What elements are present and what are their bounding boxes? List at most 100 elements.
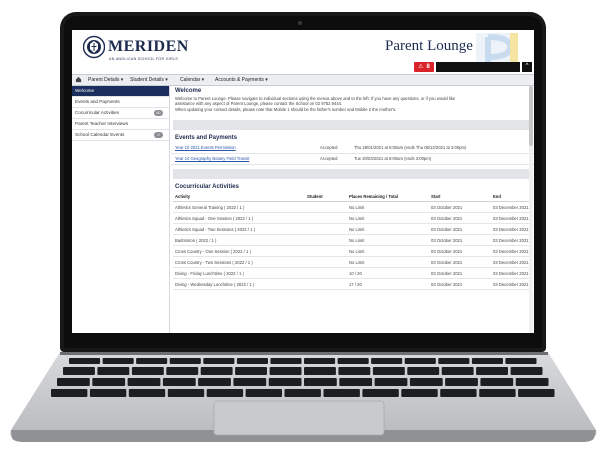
keyboard-key — [270, 358, 302, 364]
activity-cell: Athletics Squad - Two Sessions ( 2022 / … — [173, 223, 305, 236]
cocurricular-title: Cocurricular Activities — [175, 184, 239, 191]
nav-accounts-payments[interactable]: Accounts & Payments ▾ — [215, 76, 268, 84]
end-cell: 03 December 2021 — [491, 245, 532, 258]
keyboard-key — [338, 367, 371, 375]
event-link[interactable]: Year 10 Geography Botany Field Transit — [175, 154, 249, 164]
keyboard-key — [441, 367, 474, 375]
table-row[interactable]: Badminton ( 2022 / 1 ) No Limit 03 Octob… — [173, 234, 532, 247]
nav-calendar[interactable]: Calendar ▾ — [180, 76, 204, 84]
keyboard-key — [445, 378, 478, 386]
school-crest-icon — [83, 35, 105, 59]
nav-student-details[interactable]: Student Details ▾ — [130, 76, 168, 84]
keyboard-key — [131, 367, 164, 375]
keyboard-key — [476, 367, 508, 375]
keyboard-key — [128, 389, 166, 397]
keyboard-key — [57, 378, 90, 386]
keyboard-key — [404, 358, 436, 364]
event-link[interactable]: Year 10 2021 Events Permission — [175, 143, 236, 153]
start-cell: 03 October 2021 — [429, 278, 491, 291]
section-divider — [173, 169, 532, 180]
keyboard-key — [51, 389, 88, 397]
column-header-student[interactable]: Student — [305, 192, 347, 203]
sidebar-item-cocurricular[interactable]: Cocurricular Activities 60 — [72, 108, 169, 119]
sidebar-item-parent-teacher-interviews[interactable]: Parent Teacher Interviews — [72, 119, 169, 130]
start-cell: 03 October 2021 — [429, 223, 491, 236]
keyboard-key — [304, 378, 337, 386]
portal-title: Parent Lounge — [385, 38, 473, 54]
sidebar: Welcome Events and Payments Cocurricular… — [72, 86, 170, 333]
collapse-toggle[interactable]: ^ — [522, 62, 532, 72]
column-header-start[interactable]: Start — [429, 192, 491, 203]
start-cell: 03 October 2021 — [429, 212, 491, 225]
column-header-places[interactable]: Places Remaining / Total — [347, 192, 429, 203]
vertical-scrollbar[interactable] — [529, 86, 533, 333]
table-header-row: Activity Student Places Remaining / Tota… — [173, 192, 532, 203]
activity-cell: Cross Country - One Session ( 2022 / 1 ) — [173, 245, 305, 258]
browser-screen: MERIDEN AN ANGLICAN SCHOOL FOR GIRLS Par… — [72, 30, 534, 333]
event-row: Year 10 2021 Events Permission Accepted … — [171, 143, 534, 155]
places-cell: 17 / 20 — [347, 278, 429, 291]
student-cell — [305, 201, 347, 214]
laptop-base — [8, 352, 598, 444]
keyboard-key — [304, 358, 336, 364]
sidebar-item-events-payments[interactable]: Events and Payments — [72, 97, 169, 108]
welcome-title: Welcome — [175, 88, 202, 94]
chevron-up-icon: ^ — [525, 63, 529, 69]
keyboard-key — [372, 367, 405, 375]
keyboard-key — [323, 389, 360, 397]
sidebar-item-label: Parent Teacher Interviews — [75, 121, 129, 126]
keyboard-key — [438, 358, 470, 364]
table-row[interactable]: Athletics General Training ( 2022 / 1 ) … — [173, 201, 532, 214]
places-cell: No Limit — [347, 201, 429, 214]
event-row: Year 10 Geography Botany Field Transit A… — [171, 154, 534, 166]
scrollbar-thumb[interactable] — [529, 86, 533, 146]
home-icon[interactable] — [75, 76, 82, 83]
activity-cell: Cross Country - Two Sessions ( 2022 / 1 … — [173, 256, 305, 269]
table-row[interactable]: Cross Country - One Session ( 2022 / 1 )… — [173, 245, 532, 258]
keyboard-key — [233, 378, 267, 386]
end-cell: 03 December 2021 — [491, 201, 532, 214]
alert-button[interactable]: ⚠ 8 — [414, 62, 434, 72]
keyboard-key — [169, 358, 201, 364]
table-row[interactable]: Athletics Squad - Two Sessions ( 2022 / … — [173, 223, 532, 236]
start-cell: 03 October 2021 — [429, 267, 491, 280]
sidebar-item-school-calendar[interactable]: School Calendar Events 0 — [72, 130, 169, 141]
keyboard-key — [200, 367, 233, 375]
user-bar — [436, 62, 520, 72]
places-cell: 10 / 20 — [347, 267, 429, 280]
keyboard-key — [136, 358, 168, 364]
end-cell: 03 December 2021 — [491, 223, 532, 236]
keyboard-key — [269, 367, 302, 375]
keyboard-key — [245, 389, 282, 397]
student-cell — [305, 267, 347, 280]
top-navigation: Parent Details ▾ Student Details ▾ Calen… — [72, 74, 534, 86]
school-tagline: AN ANGLICAN SCHOOL FOR GIRLS — [109, 57, 178, 61]
column-header-end[interactable]: End — [491, 192, 532, 203]
keyboard-key — [206, 389, 244, 397]
student-cell — [305, 245, 347, 258]
places-cell: No Limit — [347, 212, 429, 225]
keyboard-key — [515, 378, 549, 386]
places-cell: No Limit — [347, 234, 429, 247]
event-status: Accepted — [320, 156, 338, 162]
sidebar-item-label: Events and Payments — [75, 99, 120, 104]
keyboard-key — [203, 358, 235, 364]
nav-parent-details[interactable]: Parent Details ▾ — [88, 76, 123, 84]
keyboard-key — [505, 358, 537, 364]
table-row[interactable]: Diving - Wednesday Lunchtime ( 2022 / 1 … — [173, 278, 532, 291]
activity-cell: Athletics General Training ( 2022 / 1 ) — [173, 201, 305, 214]
keyboard-key — [409, 378, 443, 386]
table-row[interactable]: Diving - Friday Lunchtime ( 2022 / 1 ) 1… — [173, 267, 532, 280]
table-row[interactable]: Cross Country - Two Sessions ( 2022 / 1 … — [173, 256, 532, 269]
keyboard-key — [198, 378, 231, 386]
section-divider — [173, 120, 532, 131]
table-row[interactable]: Athletics Squad - One Session ( 2022 / 1… — [173, 212, 532, 225]
column-header-activity[interactable]: Activity — [173, 192, 305, 203]
places-cell: No Limit — [347, 256, 429, 269]
keyboard-key — [362, 389, 399, 397]
sidebar-item-welcome[interactable]: Welcome — [72, 86, 169, 97]
webcam — [298, 21, 302, 25]
places-cell: No Limit — [347, 245, 429, 258]
alert-count: 8 — [426, 64, 430, 70]
alert-bar: ⚠ 8 ^ — [412, 62, 532, 73]
